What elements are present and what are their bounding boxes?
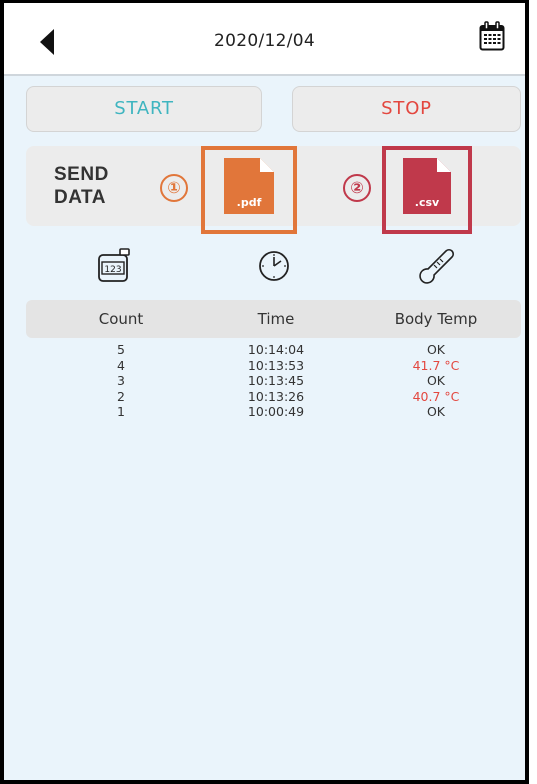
cell-time: 10:13:53 (247, 357, 305, 373)
header-count: Count (98, 310, 144, 328)
cell-time: 10:00:49 (247, 404, 305, 419)
cell-count: 2 (117, 388, 125, 404)
calendar-button[interactable] (479, 21, 505, 55)
cell-temp: OK (426, 404, 446, 419)
table-row: 3 10:13:45 OK (26, 373, 521, 389)
header-body-temp: Body Temp (394, 310, 478, 328)
csv-option-number: ② (343, 174, 371, 202)
counter-icon: 123 (96, 247, 132, 287)
cell-count: 4 (117, 357, 125, 373)
cell-temp-alert: 41.7 °C (412, 357, 460, 373)
csv-file-ext: .csv (414, 196, 440, 209)
cell-count: 5 (117, 342, 125, 357)
svg-text:123: 123 (104, 265, 121, 275)
cell-temp-alert: 40.7 °C (412, 388, 460, 404)
send-data-label: SEND DATA (54, 163, 109, 209)
table-row: 5 10:14:04 OK (26, 342, 521, 358)
clock-icon (256, 247, 292, 287)
pdf-option-number: ① (160, 174, 188, 202)
table-row: 2 10:13:26 40.7 °C (26, 389, 521, 405)
calendar-icon (479, 21, 505, 51)
column-icons: 123 (26, 247, 521, 287)
cell-time: 10:14:04 (247, 342, 305, 357)
start-button[interactable]: START (26, 86, 262, 132)
page-title-date: 2020/12/04 (214, 31, 315, 51)
cell-count: 1 (117, 404, 125, 419)
table-row: 4 10:13:53 41.7 °C (26, 358, 521, 374)
header-bar: 2020/12/04 (4, 3, 525, 76)
send-data-label-line1: SEND (54, 164, 109, 185)
cell-count: 3 (117, 373, 125, 388)
pdf-file-button[interactable]: .pdf (224, 158, 274, 218)
cell-temp: OK (426, 373, 446, 388)
table-row: 1 10:00:49 OK (26, 404, 521, 420)
records-list: 5 10:14:04 OK 4 10:13:53 41.7 °C 3 10:13… (26, 342, 521, 420)
table-header: Count Time Body Temp (26, 300, 521, 338)
stop-button[interactable]: STOP (292, 86, 521, 132)
send-data-label-line2: DATA (54, 187, 106, 208)
pdf-file-ext: .pdf (236, 196, 262, 209)
app-frame: 2020/12/04 START STOP SEND DATA ① .pdf ②… (0, 0, 529, 784)
cell-time: 10:13:45 (247, 373, 305, 388)
thermometer-icon (418, 247, 458, 291)
header-time: Time (257, 310, 295, 328)
send-data-panel: SEND DATA ① .pdf ② .csv (26, 146, 521, 234)
csv-file-button[interactable]: .csv (403, 158, 451, 218)
cell-time: 10:13:26 (247, 388, 305, 404)
cell-temp: OK (426, 342, 446, 357)
